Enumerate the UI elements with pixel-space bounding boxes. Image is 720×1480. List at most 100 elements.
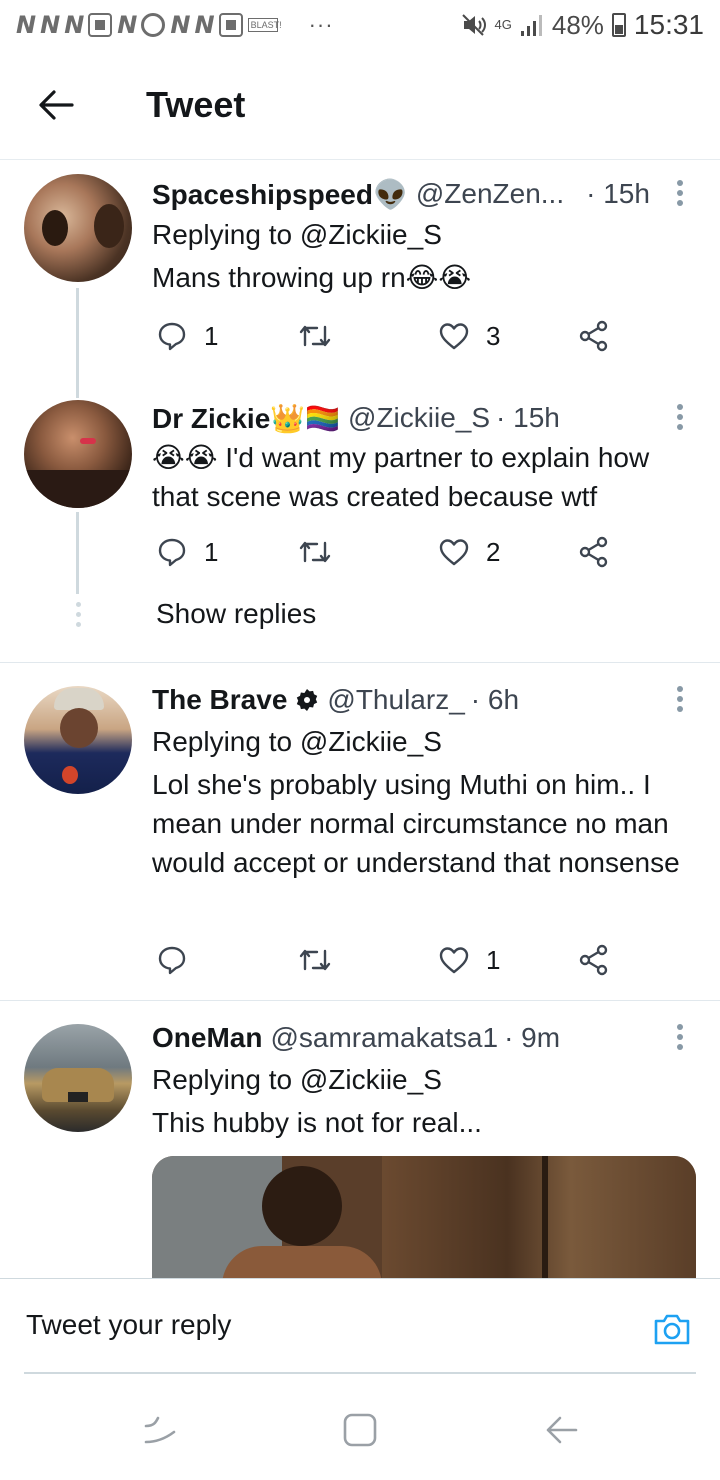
notification-app-icon [218, 13, 243, 37]
home-icon[interactable] [342, 1412, 378, 1448]
like-icon [439, 323, 469, 350]
share-button[interactable] [578, 316, 610, 356]
like-button[interactable]: 2 [438, 532, 500, 572]
display-name[interactable]: Dr Zickie👑🏳️‍🌈 [152, 402, 340, 435]
like-icon [439, 947, 469, 974]
notification-circle-icon [141, 13, 166, 37]
page-title: Tweet [146, 83, 246, 125]
thread-line [76, 512, 79, 594]
tweet-text: 😭😭 I'd want my partner to explain how th… [152, 442, 650, 512]
more-icon[interactable] [670, 178, 690, 208]
reply-button[interactable]: 1 [156, 532, 218, 572]
share-icon [579, 320, 608, 352]
clock: 15:31 [633, 9, 704, 40]
reply-composer[interactable]: Tweet your reply [0, 1278, 720, 1374]
back-arrow-icon[interactable] [36, 85, 76, 125]
camera-icon[interactable] [652, 1311, 692, 1347]
reply-button[interactable] [156, 940, 188, 980]
notification-n-icon: N [16, 11, 36, 39]
more-icon[interactable] [670, 402, 690, 432]
avatar[interactable] [24, 686, 132, 794]
back-nav-icon[interactable] [544, 1412, 580, 1448]
share-icon [579, 536, 608, 568]
show-replies-link[interactable]: Show replies [156, 598, 316, 630]
blast-icon: BLAST! [247, 18, 282, 32]
avatar[interactable] [24, 1024, 132, 1132]
thread-ellipsis-icon [74, 602, 82, 627]
system-indicators: 4G 48% 15:31 [461, 9, 704, 41]
tweet-header: Spaceshipspeed👽 @ZenZen... · 15h [152, 174, 690, 214]
avatar[interactable] [24, 400, 132, 508]
tweet-time: · 9m [504, 1022, 561, 1053]
like-button[interactable]: 1 [438, 940, 500, 980]
battery-percent: 48% [551, 9, 604, 40]
recents-icon[interactable] [142, 1412, 178, 1448]
tweet-time: · 6h [470, 684, 520, 715]
retweet-button[interactable] [298, 532, 332, 572]
retweet-button[interactable] [298, 316, 332, 356]
like-count: 2 [486, 536, 501, 567]
share-button[interactable] [578, 532, 610, 572]
like-icon [439, 539, 469, 566]
reply-count: 1 [204, 320, 219, 351]
tweet-text: Lol she's probably using Muthi on him.. … [152, 769, 680, 878]
notification-n-icon: N [64, 11, 84, 39]
user-handle[interactable]: @Zickiie_S [348, 402, 490, 434]
retweet-icon [299, 325, 331, 347]
divider [0, 1000, 720, 1001]
thread-line [76, 288, 79, 398]
tweet-body: 😭😭 I'd want my partner to explain how th… [152, 438, 690, 516]
retweet-button[interactable] [298, 940, 332, 980]
more-icon[interactable] [670, 684, 690, 714]
share-button[interactable] [578, 940, 610, 980]
display-name[interactable]: OneMan [152, 1022, 262, 1054]
tweet-time: · 15h [496, 402, 560, 433]
retweet-icon [299, 541, 331, 563]
tweet-time: · 15h [586, 178, 650, 209]
replying-to[interactable]: Replying to @Zickiie_S [152, 1060, 690, 1099]
reply-button[interactable]: 1 [156, 316, 218, 356]
battery-icon [611, 13, 626, 37]
tweet-text: This hubby is not for real... [152, 1107, 482, 1138]
tweet-header: The Brave @Thularz_ · 6h [152, 680, 690, 720]
retweet-icon [299, 949, 331, 971]
like-count: 3 [486, 320, 501, 351]
status-bar: N N N N N N BLAST! ··· 4G 48% 15:31 [0, 0, 720, 50]
user-handle[interactable]: @Thularz_ [327, 684, 464, 716]
mute-icon [461, 14, 486, 36]
tweet-media-image[interactable] [152, 1156, 696, 1280]
tweet-body: Replying to @Zickiie_S Lol she's probabl… [152, 722, 690, 882]
tweet-actions: 1 [152, 940, 622, 980]
more-notifications-icon: ··· [308, 12, 334, 37]
verified-badge-icon [297, 689, 318, 711]
share-icon [579, 944, 608, 976]
network-type: 4G [494, 17, 512, 32]
divider [0, 662, 720, 663]
reply-icon [158, 946, 186, 975]
display-name[interactable]: The Brave [152, 684, 287, 716]
replying-to[interactable]: Replying to @Zickiie_S [152, 215, 690, 254]
notification-n-icon: N [117, 11, 137, 39]
like-button[interactable]: 3 [438, 316, 500, 356]
tweet-text: Mans throwing up rn😂😭 [152, 262, 472, 293]
avatar[interactable] [24, 174, 132, 282]
notification-icons: N N N N N N BLAST! ··· [16, 11, 334, 39]
top-app-bar: Tweet [0, 50, 720, 160]
tweet-body: Replying to @Zickiie_S This hubby is not… [152, 1060, 690, 1142]
tweet-header: Dr Zickie👑🏳️‍🌈 @Zickiie_S · 15h [152, 398, 690, 438]
reply-icon [158, 322, 186, 351]
more-icon[interactable] [670, 1022, 690, 1052]
user-handle[interactable]: @ZenZen... [416, 178, 564, 210]
notification-n-icon: N [40, 11, 60, 39]
like-count: 1 [486, 944, 501, 975]
replying-to[interactable]: Replying to @Zickiie_S [152, 722, 690, 761]
signal-icon [520, 15, 542, 36]
system-nav-bar [0, 1376, 720, 1480]
notification-n-icon: N [194, 11, 214, 39]
notification-n-icon: N [170, 11, 190, 39]
user-handle[interactable]: @samramakatsa1 [270, 1022, 498, 1054]
reply-icon [158, 538, 186, 567]
display-name[interactable]: Spaceshipspeed👽 [152, 178, 408, 211]
tweet-header: OneMan @samramakatsa1 · 9m [152, 1018, 690, 1058]
reply-input[interactable]: Tweet your reply [26, 1309, 231, 1341]
